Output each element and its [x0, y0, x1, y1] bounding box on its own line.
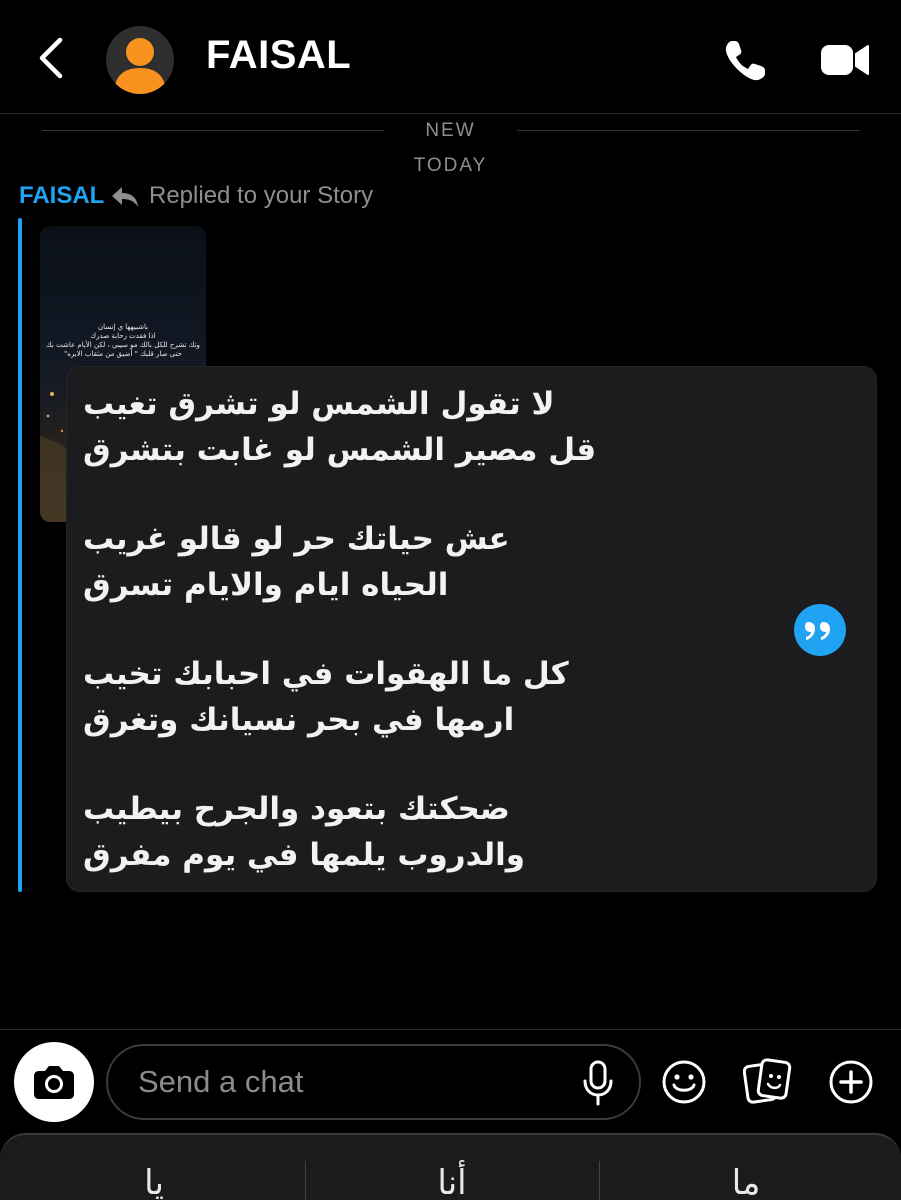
camera-icon: [34, 1066, 74, 1099]
story-caption-line: باشبيهها ي إنسان: [97, 323, 149, 331]
story-caption-line: حتى صار قلبك " أضيق من مثقاب الابره": [64, 350, 182, 358]
video-camera-icon: [821, 45, 869, 75]
reply-context: Replied to your Story: [149, 182, 374, 209]
poem-line: ارمها في بحر نسيانك وتغرق: [83, 702, 515, 738]
poem-stanza-gap: [83, 743, 683, 786]
avatar[interactable]: [106, 26, 174, 94]
quote-icon: [805, 622, 830, 640]
suggestion-1[interactable]: يا: [4, 1163, 304, 1200]
microphone-icon: [583, 1060, 613, 1106]
person-silhouette-icon: [114, 38, 166, 94]
poem-line: لا تقول الشمس لو تشرق تغيب: [83, 386, 555, 422]
message-sender[interactable]: FAISAL: [19, 182, 104, 210]
camera-button[interactable]: [14, 1042, 94, 1122]
quote-reply-button[interactable]: [794, 604, 846, 656]
story-caption-line: اذا فقدت رحابة صدرك: [90, 332, 156, 340]
chat-input[interactable]: [138, 1060, 558, 1104]
more-options-button[interactable]: [827, 1058, 875, 1106]
sticker-icon: [742, 1058, 792, 1104]
new-label: NEW: [425, 120, 476, 141]
phone-icon: [725, 41, 765, 81]
emoji-button[interactable]: [660, 1058, 708, 1106]
suggestion-2[interactable]: أنا: [302, 1163, 602, 1200]
poem-line: الحياه ايام والايام تسرق: [83, 567, 449, 603]
poem-stanza-gap: [83, 473, 683, 516]
story-caption-line: وتك تشرح للكل بالك مو سيبي ، لكن الأيام …: [46, 341, 200, 349]
poem-line: قل مصير الشمس لو غابت بتشرق: [83, 432, 597, 468]
date-label: TODAY: [413, 155, 488, 176]
suggestion-3[interactable]: ما: [596, 1163, 896, 1200]
poem-line: عش حياتك حر لو قالو غريب: [83, 521, 510, 557]
keyboard-suggestion-bar: يا أنا ما: [0, 1133, 901, 1200]
voice-call-button[interactable]: [722, 38, 768, 84]
sticker-button[interactable]: [742, 1056, 793, 1106]
contact-name[interactable]: FAISAL: [206, 33, 351, 78]
message-sender-bar: [18, 218, 22, 892]
poem-line: والدروب يلمها في يوم مفرق: [83, 837, 526, 873]
poem-stanza-gap: [83, 608, 683, 651]
plus-circle-icon: [829, 1060, 873, 1104]
video-call-button[interactable]: [820, 42, 870, 78]
message-bubble[interactable]: لا تقول الشمس لو تشرق تغيب قل مصير الشمس…: [66, 366, 877, 892]
poem-line: كل ما الهقوات في احبابك تخيب: [83, 656, 569, 692]
smiley-icon: [662, 1060, 706, 1104]
chat-input-container[interactable]: [106, 1044, 641, 1120]
chat-bar-divider: [0, 1029, 901, 1030]
poem-text: لا تقول الشمس لو تشرق تغيب قل مصير الشمس…: [83, 381, 683, 878]
chat-header: FAISAL: [0, 0, 901, 114]
chevron-left-icon: [39, 37, 63, 79]
story-caption: باشبيهها ي إنسان اذا فقدت رحابة صدرك وتك…: [46, 323, 200, 359]
voice-note-button[interactable]: [578, 1059, 618, 1107]
reply-arrow-icon: [112, 187, 138, 207]
poem-line: ضحكتك بتعود والجرح بيطيب: [83, 791, 510, 827]
back-button[interactable]: [30, 36, 74, 80]
